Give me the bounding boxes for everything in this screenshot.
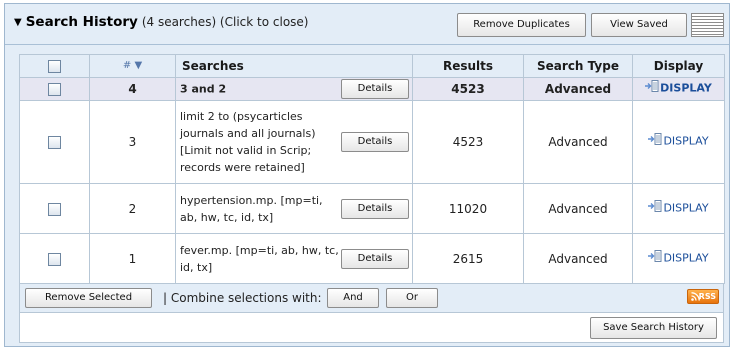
save-search-history-button[interactable]: Save Search History	[590, 317, 717, 339]
sort-desc-icon[interactable]: ▼	[134, 60, 142, 71]
row-checkbox[interactable]	[48, 202, 61, 216]
table-row: 1 fever.mp. [mp=ti, ab, hw, tc, id, tx] …	[19, 233, 725, 284]
row-search-cell: hypertension.mp. [mp=ti, ab, hw, tc, id,…	[175, 183, 413, 234]
details-button[interactable]: Details	[341, 248, 409, 269]
row-results: 2615	[412, 233, 524, 284]
row-select-cell	[19, 233, 90, 284]
save-bar: Save Search History	[19, 312, 724, 343]
display-link-text[interactable]: DISPLAY	[663, 135, 708, 148]
row-checkbox[interactable]	[48, 135, 61, 149]
row-search-cell: fever.mp. [mp=ti, ab, hw, tc, id, tx] De…	[175, 233, 413, 284]
row-search-text: limit 2 to (psycarticles journals and al…	[180, 109, 316, 174]
display-document-icon[interactable]	[648, 250, 662, 265]
row-results: 4523	[412, 99, 524, 185]
row-select-cell	[19, 76, 90, 101]
combine-label: | Combine selections with:	[163, 291, 322, 305]
remove-duplicates-button[interactable]: Remove Duplicates	[457, 13, 586, 37]
row-number: 2	[89, 183, 176, 234]
combine-or-button[interactable]: Or	[386, 288, 438, 308]
display-link[interactable]: DISPLAY	[632, 233, 725, 284]
panel-header[interactable]: ▼ Search History (4 searches) (Click to cl…	[5, 4, 729, 45]
row-results: 11020	[412, 183, 524, 234]
display-link-text[interactable]: DISPLAY	[663, 202, 708, 215]
column-number-label[interactable]: #	[123, 60, 131, 71]
display-link[interactable]: DISPLAY	[632, 99, 725, 185]
details-button[interactable]: Details	[341, 131, 409, 152]
details-button[interactable]: Details	[341, 78, 409, 99]
select-all-checkbox[interactable]	[48, 59, 61, 73]
column-results-header: Results	[412, 54, 524, 78]
row-number: 1	[89, 233, 176, 284]
display-document-icon[interactable]	[645, 80, 659, 95]
display-link[interactable]: DISPLAY	[632, 183, 725, 234]
search-history-table: # ▼ Searches Results Search Type Display…	[19, 54, 725, 284]
row-checkbox[interactable]	[48, 82, 61, 96]
display-document-icon[interactable]	[648, 200, 662, 215]
row-search-text: fever.mp. [mp=ti, ab, hw, tc, id, tx]	[180, 243, 339, 274]
panel-menu-icon[interactable]	[691, 13, 724, 37]
table-row: 3 limit 2 to (psycarticles journals and …	[19, 99, 725, 185]
column-search-type-header: Search Type	[523, 54, 633, 78]
rss-label[interactable]: RSS	[699, 292, 716, 301]
display-document-icon[interactable]	[648, 133, 662, 148]
row-search-cell: 3 and 2 Details	[175, 76, 413, 101]
column-number-header[interactable]: # ▼	[89, 54, 176, 78]
row-search-cell: limit 2 to (psycarticles journals and al…	[175, 99, 413, 185]
panel-title[interactable]: ▼ Search History (4 searches) (Click to cl…	[14, 14, 308, 30]
row-search-type: Advanced	[523, 233, 633, 284]
row-search-type: Advanced	[523, 76, 633, 101]
row-search-type: Advanced	[523, 99, 633, 185]
display-link-text[interactable]: DISPLAY	[660, 82, 712, 95]
row-results: 4523	[412, 76, 524, 101]
table-row: 2 hypertension.mp. [mp=ti, ab, hw, tc, i…	[19, 183, 725, 234]
collapse-triangle-icon[interactable]: ▼	[14, 17, 22, 28]
row-search-text: hypertension.mp. [mp=ti, ab, hw, tc, id,…	[180, 193, 323, 224]
combine-and-button[interactable]: And	[327, 288, 379, 308]
panel-title-text[interactable]: Search History	[26, 14, 138, 30]
display-link-text[interactable]: DISPLAY	[663, 252, 708, 265]
column-searches-header: Searches	[175, 54, 413, 78]
combine-bar: Remove Selected | Combine selections wit…	[19, 283, 724, 313]
row-select-cell	[19, 183, 90, 234]
row-select-cell	[19, 99, 90, 185]
search-history-panel: ▼ Search History (4 searches) (Click to cl…	[4, 3, 730, 347]
select-all-cell	[19, 54, 90, 78]
table-row: 4 3 and 2 Details 4523 Advanced DISPLAY	[19, 76, 725, 101]
rss-feed-icon[interactable]	[691, 292, 700, 305]
column-display-header: Display	[632, 54, 725, 78]
row-number: 4	[89, 76, 176, 101]
row-search-text: 3 and 2	[180, 82, 227, 96]
search-count-text[interactable]: (4 searches) (Click to close)	[142, 15, 309, 29]
row-checkbox[interactable]	[48, 252, 61, 266]
display-link[interactable]: DISPLAY	[632, 76, 725, 101]
row-search-type: Advanced	[523, 183, 633, 234]
details-button[interactable]: Details	[341, 198, 409, 219]
rss-button[interactable]: RSS	[687, 289, 719, 304]
table-header-row: # ▼ Searches Results Search Type Display	[19, 54, 725, 78]
remove-selected-button[interactable]: Remove Selected	[25, 288, 152, 308]
view-saved-button[interactable]: View Saved	[591, 13, 687, 37]
row-number: 3	[89, 99, 176, 185]
